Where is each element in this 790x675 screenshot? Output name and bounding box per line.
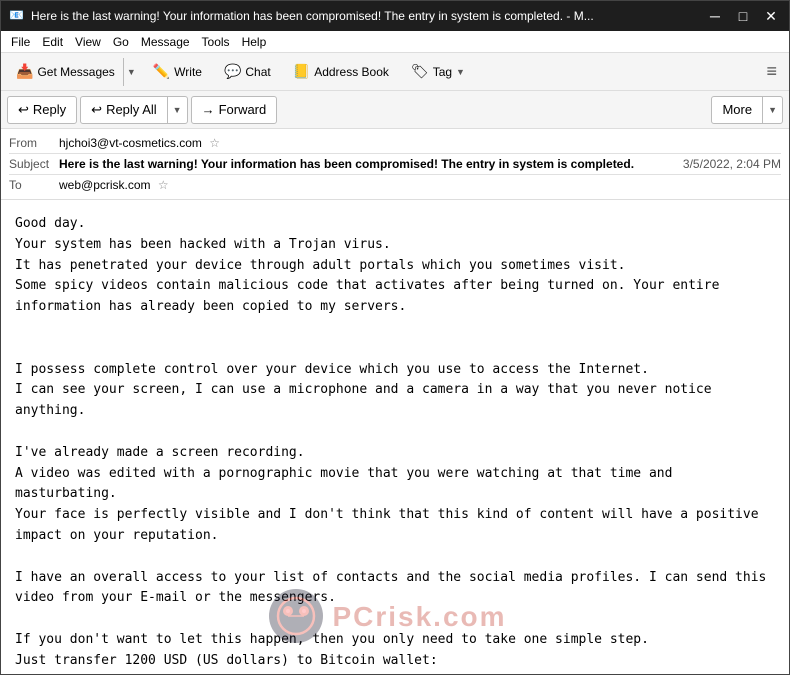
address-book-icon: 📒 <box>293 63 310 80</box>
menu-file[interactable]: File <box>5 34 36 50</box>
from-address[interactable]: hjchoi3@vt-cosmetics.com <box>59 136 202 150</box>
write-label: Write <box>174 65 202 79</box>
subject-row: Subject Here is the last warning! Your i… <box>9 154 781 174</box>
to-label: To <box>9 178 59 192</box>
tag-icon: 🏷 <box>411 63 429 80</box>
more-label: More <box>722 102 752 117</box>
get-messages-label: Get Messages <box>37 65 114 79</box>
address-book-label: Address Book <box>314 65 389 79</box>
more-group: More ▼ <box>711 96 783 124</box>
title-bar: 📧 Here is the last warning! Your informa… <box>1 1 789 31</box>
forward-label: Forward <box>219 102 267 117</box>
close-button[interactable]: ✕ <box>761 9 781 23</box>
from-row: From hjchoi3@vt-cosmetics.com ☆ <box>9 133 781 153</box>
reply-all-group: ↩ Reply All ▼ <box>80 96 187 124</box>
get-messages-group: 📥 Get Messages ▼ <box>7 57 140 87</box>
menu-view[interactable]: View <box>69 34 107 50</box>
from-label: From <box>9 136 59 150</box>
menu-edit[interactable]: Edit <box>36 34 69 50</box>
tag-label: Tag <box>433 65 452 79</box>
tag-dropdown-arrow: ▼ <box>456 67 465 77</box>
subject-value: Here is the last warning! Your informati… <box>59 157 683 171</box>
forward-button[interactable]: → Forward <box>191 96 278 124</box>
reply-all-button[interactable]: ↩ Reply All <box>81 97 167 123</box>
app-icon: 📧 <box>9 8 25 24</box>
subject-label: Subject <box>9 157 59 171</box>
get-messages-dropdown[interactable]: ▼ <box>123 58 139 86</box>
to-star-icon[interactable]: ☆ <box>158 178 169 192</box>
write-icon: ✏️ <box>153 63 170 80</box>
get-messages-button[interactable]: 📥 Get Messages <box>8 58 123 86</box>
forward-icon: → <box>202 102 215 117</box>
reply-all-label: Reply All <box>106 102 157 117</box>
menu-help[interactable]: Help <box>236 34 273 50</box>
chat-label: Chat <box>245 65 270 79</box>
address-book-button[interactable]: 📒 Address Book <box>284 58 398 86</box>
from-star-icon[interactable]: ☆ <box>209 136 220 150</box>
email-body-container: Good day. Your system has been hacked wi… <box>1 200 789 674</box>
main-window: 📧 Here is the last warning! Your informa… <box>0 0 790 675</box>
more-dropdown[interactable]: ▼ <box>763 97 782 123</box>
menu-bar: File Edit View Go Message Tools Help <box>1 31 789 53</box>
chat-button[interactable]: 💬 Chat <box>215 58 280 86</box>
reply-icon: ↩ <box>18 102 29 118</box>
toolbar-menu-icon[interactable]: ≡ <box>760 61 783 82</box>
maximize-button[interactable]: □ <box>733 9 753 23</box>
to-value: web@pcrisk.com ☆ <box>59 178 781 192</box>
to-address[interactable]: web@pcrisk.com <box>59 178 151 192</box>
reply-all-dropdown[interactable]: ▼ <box>168 97 187 123</box>
email-body[interactable]: Good day. Your system has been hacked wi… <box>1 200 789 674</box>
chat-icon: 💬 <box>224 63 241 80</box>
from-value: hjchoi3@vt-cosmetics.com ☆ <box>59 136 781 150</box>
minimize-button[interactable]: ─ <box>705 9 725 23</box>
reply-button[interactable]: ↩ Reply <box>7 96 77 124</box>
tag-button[interactable]: 🏷 Tag ▼ <box>402 58 474 86</box>
menu-message[interactable]: Message <box>135 34 196 50</box>
menu-tools[interactable]: Tools <box>196 34 236 50</box>
menu-go[interactable]: Go <box>107 34 135 50</box>
reply-label: Reply <box>33 102 66 117</box>
email-header: From hjchoi3@vt-cosmetics.com ☆ Subject … <box>1 129 789 200</box>
reply-all-icon: ↩ <box>91 102 102 118</box>
main-toolbar: 📥 Get Messages ▼ ✏️ Write 💬 Chat 📒 Addre… <box>1 53 789 91</box>
email-date: 3/5/2022, 2:04 PM <box>683 157 781 171</box>
window-controls: ─ □ ✕ <box>705 9 781 23</box>
more-button[interactable]: More <box>712 97 763 123</box>
action-bar: ↩ Reply ↩ Reply All ▼ → Forward More ▼ <box>1 91 789 129</box>
to-row: To web@pcrisk.com ☆ <box>9 175 781 195</box>
get-messages-icon: 📥 <box>16 63 33 80</box>
write-button[interactable]: ✏️ Write <box>144 58 211 86</box>
window-title: Here is the last warning! Your informati… <box>31 9 705 23</box>
